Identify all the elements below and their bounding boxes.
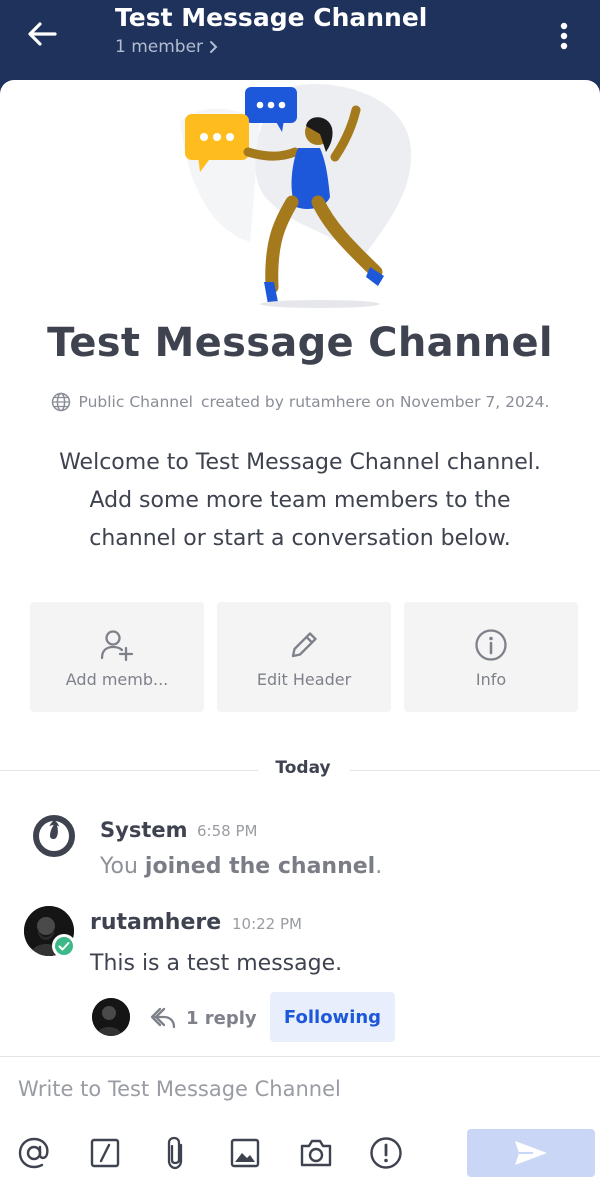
channel-title[interactable]: Test Message Channel — [115, 2, 427, 34]
channel-meta: Public Channel created by rutamhere on N… — [0, 392, 600, 412]
mention-button[interactable] — [14, 1133, 54, 1173]
slash-command-button[interactable] — [85, 1133, 125, 1173]
message-author[interactable]: rutamhere — [90, 910, 221, 935]
date-divider-line — [0, 770, 258, 771]
reply-arrow-icon — [150, 1007, 176, 1029]
image-icon — [230, 1138, 260, 1168]
date-separator: Today — [275, 758, 331, 778]
message-author[interactable]: System — [100, 818, 187, 842]
post-composer — [0, 1056, 600, 1185]
member-count-link[interactable]: 1 member — [115, 35, 427, 59]
arrow-left-icon — [28, 22, 57, 46]
channel-creator-label: created by rutamhere on November 7, 2024… — [200, 393, 550, 411]
channel-intro-title: Test Message Channel — [47, 320, 553, 366]
message-text: You joined the channel. — [100, 854, 382, 879]
message-input[interactable] — [18, 1071, 578, 1107]
welcome-text: Welcome to Test Message Channel channel.… — [30, 444, 570, 558]
channel-menu-button[interactable] — [548, 16, 580, 56]
priority-icon — [370, 1137, 402, 1169]
action-label: Edit Header — [256, 670, 352, 689]
welcome-line: Welcome to Test Message Channel channel. — [59, 450, 541, 475]
intro-actions: Add memb... Edit Header Info — [30, 602, 578, 712]
camera-button[interactable] — [296, 1133, 336, 1173]
channel-type-label: Public Channel — [78, 393, 193, 411]
reply-count: 1 reply — [186, 1007, 257, 1029]
message-time: 6:58 PM — [197, 822, 258, 840]
online-status-badge — [52, 934, 76, 958]
message-time: 10:22 PM — [232, 915, 302, 933]
action-label: Add memb... — [65, 670, 169, 689]
following-button[interactable]: Following — [270, 992, 395, 1042]
message-priority-button[interactable] — [366, 1133, 406, 1173]
date-divider-line — [350, 770, 600, 771]
channel-header: Test Message Channel 1 member — [0, 0, 600, 92]
header-title-group[interactable]: Test Message Channel 1 member — [115, 2, 427, 59]
thread-participant-avatar — [92, 998, 130, 1036]
message-text: This is a test message. — [90, 951, 343, 976]
info-button[interactable]: Info — [404, 602, 578, 712]
welcome-line: channel or start a conversation below. — [89, 526, 511, 551]
chevron-right-icon — [210, 41, 218, 53]
message-text-plain: You — [100, 854, 145, 879]
pencil-icon — [291, 632, 317, 658]
action-label: Info — [475, 670, 507, 689]
channel-content: Test Message Channel Public Channel crea… — [0, 80, 600, 1185]
back-button[interactable] — [22, 14, 62, 54]
attach-file-button[interactable] — [155, 1133, 195, 1173]
user-photo-icon — [92, 998, 130, 1036]
member-count: 1 member — [115, 37, 204, 57]
add-members-button[interactable]: Add memb... — [30, 602, 204, 712]
send-button[interactable] — [467, 1129, 595, 1177]
check-circle-icon — [55, 937, 73, 955]
image-upload-button[interactable] — [225, 1133, 265, 1173]
system-avatar — [33, 815, 75, 857]
globe-icon — [51, 392, 70, 412]
slash-icon — [90, 1138, 120, 1168]
paperclip-icon — [167, 1136, 183, 1170]
edit-header-button[interactable]: Edit Header — [217, 602, 391, 712]
info-icon — [475, 629, 507, 661]
message-text-bold: joined the channel — [144, 854, 376, 879]
channel-intro-illustration — [180, 84, 412, 308]
more-vertical-icon — [560, 22, 568, 50]
add-member-icon — [100, 630, 134, 662]
at-icon — [18, 1137, 49, 1169]
send-icon — [515, 1141, 547, 1165]
thread-replies-button[interactable]: 1 reply — [150, 1002, 257, 1034]
welcome-line: Add some more team members to the — [89, 488, 511, 513]
camera-icon — [300, 1139, 332, 1167]
message-text-end: . — [375, 854, 383, 879]
